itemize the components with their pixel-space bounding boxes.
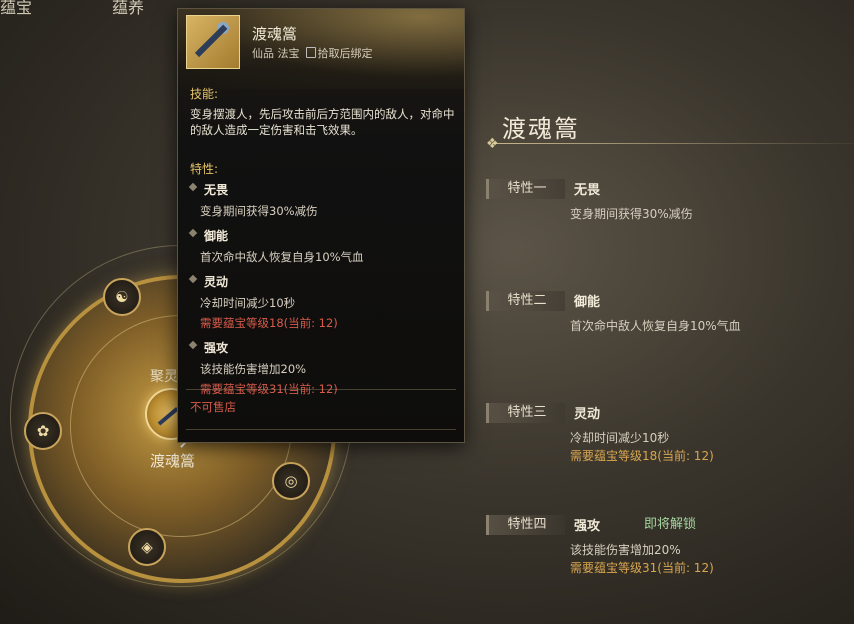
detail-title: 渡魂篙 bbox=[502, 115, 580, 143]
title-divider bbox=[492, 143, 854, 144]
ornament-icon: ❖ bbox=[486, 136, 499, 152]
tooltip-trait-name: 强攻 bbox=[204, 341, 229, 355]
juling-label: 聚灵 bbox=[150, 369, 178, 385]
trait-desc: 变身期间获得30%减伤 bbox=[570, 207, 693, 221]
tooltip-trait-desc: 首次命中敌人恢复自身10%气血 bbox=[200, 250, 364, 264]
trait-tag: 特性四 bbox=[486, 515, 565, 535]
tooltip-trait-name: 御能 bbox=[204, 229, 229, 243]
trait-name: 无畏 bbox=[574, 183, 601, 198]
tooltip-item-name: 渡魂篙 bbox=[252, 25, 298, 43]
item-grade: 仙品 法宝 bbox=[252, 47, 300, 60]
tab-yunbao[interactable]: 蕴宝 bbox=[0, 0, 32, 18]
trait-name: 御能 bbox=[574, 295, 601, 310]
trait-tag: 特性三 bbox=[486, 403, 565, 423]
tooltip-divider bbox=[186, 429, 456, 430]
lock-icon bbox=[305, 47, 316, 58]
tooltip-trait-desc: 冷却时间减少10秒 bbox=[200, 296, 296, 310]
trait-desc: 该技能伤害增加20% bbox=[570, 543, 681, 557]
trait-row-3: 特性三 灵动 冷却时间减少10秒 需要蕴宝等级18(当前: 12) bbox=[486, 403, 846, 463]
tooltip-trait-1: 无畏 变身期间获得30%减伤 bbox=[188, 181, 456, 219]
item-tooltip: 渡魂篙 仙品 法宝 拾取后绑定 技能: 变身摆渡人，先后攻击前后方范围内的敌人，对… bbox=[177, 8, 465, 443]
not-sellable-text: 不可售店 bbox=[190, 400, 236, 414]
staff-icon bbox=[157, 407, 179, 426]
skill-heading: 技能: bbox=[190, 87, 219, 101]
diamond-bullet-icon bbox=[188, 274, 198, 284]
staff-shaft-icon bbox=[194, 24, 228, 58]
tooltip-trait-requirement: 需要蕴宝等级18(当前: 12) bbox=[200, 316, 338, 330]
artifact-detail-panel: 渡魂篙 ❖ 特性一 无畏 变身期间获得30%减伤 特性二 御能 首次命中敌人恢复… bbox=[480, 95, 854, 624]
trait-tag: 特性一 bbox=[486, 179, 565, 199]
trait-name: 灵动 bbox=[574, 407, 601, 422]
trait-name: 强攻 bbox=[574, 519, 601, 534]
tooltip-trait-desc: 该技能伤害增加20% bbox=[200, 362, 307, 376]
trait-desc: 首次命中敌人恢复自身10%气血 bbox=[570, 319, 741, 333]
diamond-bullet-icon bbox=[188, 228, 198, 238]
traits-heading: 特性: bbox=[190, 162, 219, 176]
tooltip-trait-3: 灵动 冷却时间减少10秒 需要蕴宝等级18(当前: 12) bbox=[188, 273, 456, 331]
tooltip-trait-desc: 变身期间获得30%减伤 bbox=[200, 204, 318, 218]
diamond-bullet-icon bbox=[188, 182, 198, 192]
tooltip-body: 技能: 变身摆渡人，先后攻击前后方范围内的敌人，对命中的敌人造成一定伤害和击飞效… bbox=[188, 85, 456, 405]
tooltip-trait-2: 御能 首次命中敌人恢复自身10%气血 bbox=[188, 227, 456, 265]
trait-tag: 特性二 bbox=[486, 291, 565, 311]
artifact-staff-icon bbox=[186, 15, 240, 69]
trait-requirement: 需要蕴宝等级31(当前: 12) bbox=[570, 561, 714, 575]
trait-row-1: 特性一 无畏 变身期间获得30%减伤 bbox=[486, 179, 846, 239]
tooltip-trait-name: 无畏 bbox=[204, 183, 229, 197]
tab-yunyang[interactable]: 蕴养 bbox=[112, 0, 144, 18]
trait-row-4: 特性四 强攻 即将解锁 该技能伤害增加20% 需要蕴宝等级31(当前: 12) bbox=[486, 515, 846, 575]
trait-row-2: 特性二 御能 首次命中敌人恢复自身10%气血 bbox=[486, 291, 846, 351]
skill-description: 变身摆渡人，先后攻击前后方范围内的敌人，对命中的敌人造成一定伤害和击飞效果。 bbox=[190, 107, 455, 137]
swirl-icon[interactable]: ◎ bbox=[272, 462, 310, 500]
dragon-icon[interactable]: ☯ bbox=[103, 278, 141, 316]
diamond-bullet-icon bbox=[188, 340, 198, 350]
lotus-icon[interactable]: ✿ bbox=[24, 412, 62, 450]
trait-desc: 冷却时间减少10秒 bbox=[570, 431, 670, 445]
bind-status: 拾取后绑定 bbox=[317, 47, 373, 60]
unlock-soon-badge: 即将解锁 bbox=[644, 517, 697, 532]
tooltip-trait-name: 灵动 bbox=[204, 275, 229, 289]
tooltip-item-meta: 仙品 法宝 拾取后绑定 bbox=[252, 45, 373, 61]
diamond-icon[interactable]: ◈ bbox=[128, 528, 166, 566]
trait-requirement: 需要蕴宝等级18(当前: 12) bbox=[570, 449, 714, 463]
tooltip-divider bbox=[186, 389, 456, 390]
center-artifact-label: 渡魂篙 bbox=[150, 452, 196, 470]
